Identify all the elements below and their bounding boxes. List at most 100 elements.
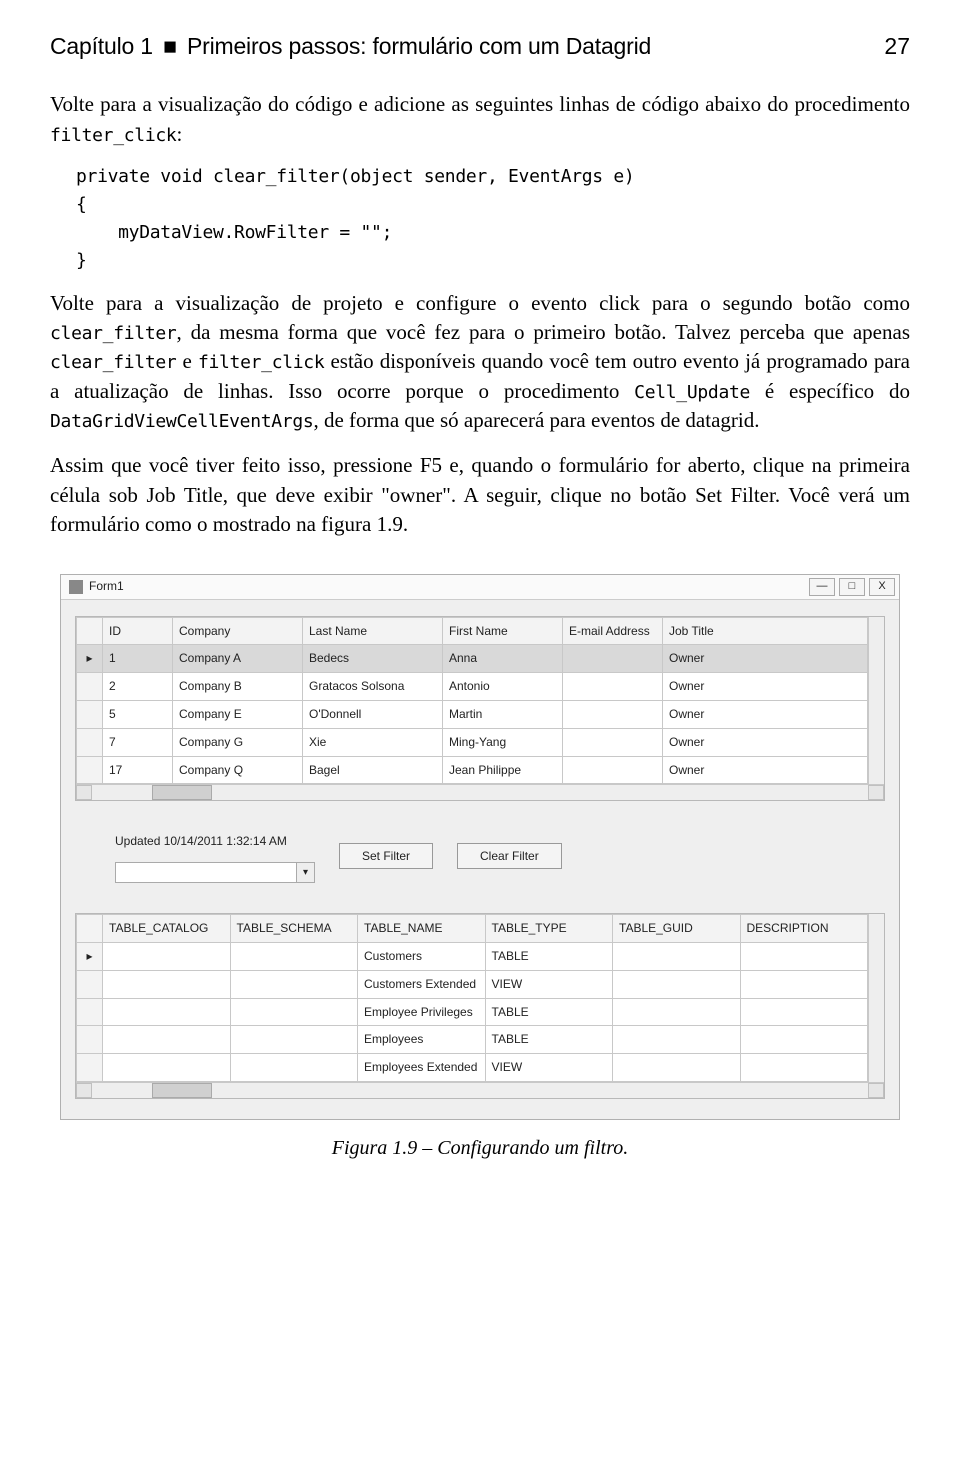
table-row[interactable]: 17Company QBagelJean PhilippeOwner [77,756,868,784]
cell[interactable] [230,998,358,1026]
cell[interactable] [740,1054,868,1082]
horizontal-scrollbar[interactable] [76,1082,884,1098]
cell[interactable]: 7 [103,728,173,756]
cell[interactable]: TABLE [485,943,613,971]
row-header[interactable] [77,1026,103,1054]
cell[interactable] [740,943,868,971]
scroll-thumb[interactable] [152,785,212,800]
cell[interactable]: Jean Philippe [443,756,563,784]
col-header[interactable]: TABLE_CATALOG [103,915,231,943]
col-header[interactable]: Last Name [303,617,443,645]
table-row[interactable]: EmployeesTABLE [77,1026,868,1054]
table-row[interactable]: Customers ExtendedVIEW [77,970,868,998]
col-header[interactable]: Job Title [663,617,868,645]
cell[interactable]: Owner [663,728,868,756]
row-header[interactable] [77,673,103,701]
scroll-thumb[interactable] [152,1083,212,1098]
row-header[interactable] [77,756,103,784]
cell[interactable] [563,728,663,756]
row-header[interactable] [77,970,103,998]
cell[interactable] [230,943,358,971]
col-header[interactable]: TABLE_NAME [358,915,486,943]
cell[interactable] [563,756,663,784]
cell[interactable]: Company G [173,728,303,756]
cell[interactable]: TABLE [485,998,613,1026]
cell[interactable] [613,970,741,998]
datagrid-schema[interactable]: TABLE_CATALOG TABLE_SCHEMA TABLE_NAME TA… [75,913,885,1099]
cell[interactable] [103,1054,231,1082]
row-header[interactable] [77,728,103,756]
table-row[interactable]: Employee PrivilegesTABLE [77,998,868,1026]
row-header[interactable] [77,1054,103,1082]
vertical-scrollbar[interactable] [868,617,884,785]
cell[interactable] [613,1054,741,1082]
row-header-corner[interactable] [77,915,103,943]
scroll-left-icon[interactable] [76,1083,92,1098]
datagrid-customers[interactable]: ID Company Last Name First Name E-mail A… [75,616,885,802]
table-row[interactable]: Employees ExtendedVIEW [77,1054,868,1082]
chevron-down-icon[interactable]: ▾ [296,863,314,882]
cell[interactable]: Company Q [173,756,303,784]
cell[interactable]: Company B [173,673,303,701]
set-filter-button[interactable]: Set Filter [339,843,433,869]
scroll-right-icon[interactable] [868,785,884,800]
cell[interactable] [103,970,231,998]
cell[interactable]: 5 [103,701,173,729]
cell[interactable]: 2 [103,673,173,701]
cell[interactable]: Owner [663,701,868,729]
cell[interactable]: 1 [103,645,173,673]
cell[interactable]: Owner [663,645,868,673]
cell[interactable]: Owner [663,673,868,701]
cell[interactable]: Anna [443,645,563,673]
row-header[interactable]: ▸ [77,943,103,971]
col-header[interactable]: Company [173,617,303,645]
cell[interactable]: Bagel [303,756,443,784]
cell[interactable] [563,701,663,729]
scroll-right-icon[interactable] [868,1083,884,1098]
cell[interactable]: 17 [103,756,173,784]
maximize-button[interactable]: □ [839,578,865,596]
col-header[interactable]: DESCRIPTION [740,915,868,943]
col-header[interactable]: TABLE_GUID [613,915,741,943]
combo-box[interactable]: ▾ [115,862,315,883]
cell[interactable]: VIEW [485,1054,613,1082]
row-header[interactable] [77,701,103,729]
cell[interactable]: Employees [358,1026,486,1054]
cell[interactable]: Employees Extended [358,1054,486,1082]
col-header[interactable]: TABLE_SCHEMA [230,915,358,943]
cell[interactable]: Bedecs [303,645,443,673]
cell[interactable]: VIEW [485,970,613,998]
cell[interactable] [103,998,231,1026]
row-header[interactable]: ▸ [77,645,103,673]
cell[interactable]: Martin [443,701,563,729]
titlebar[interactable]: Form1 — □ X [61,575,899,600]
cell[interactable]: O'Donnell [303,701,443,729]
cell[interactable]: Antonio [443,673,563,701]
horizontal-scrollbar[interactable] [76,784,884,800]
close-button[interactable]: X [869,578,895,596]
col-header[interactable]: ID [103,617,173,645]
vertical-scrollbar[interactable] [868,914,884,1082]
cell[interactable]: Employee Privileges [358,998,486,1026]
cell[interactable] [613,998,741,1026]
cell[interactable]: TABLE [485,1026,613,1054]
cell[interactable]: Ming-Yang [443,728,563,756]
cell[interactable] [563,673,663,701]
cell[interactable] [563,645,663,673]
cell[interactable] [103,1026,231,1054]
cell[interactable] [740,1026,868,1054]
row-header-corner[interactable] [77,617,103,645]
minimize-button[interactable]: — [809,578,835,596]
row-header[interactable] [77,998,103,1026]
table-row[interactable]: ▸1Company ABedecsAnnaOwner [77,645,868,673]
cell[interactable] [230,1026,358,1054]
cell[interactable] [230,1054,358,1082]
scroll-left-icon[interactable] [76,785,92,800]
col-header[interactable]: E-mail Address [563,617,663,645]
col-header[interactable]: TABLE_TYPE [485,915,613,943]
clear-filter-button[interactable]: Clear Filter [457,843,562,869]
cell[interactable] [740,970,868,998]
cell[interactable]: Customers [358,943,486,971]
cell[interactable]: Customers Extended [358,970,486,998]
cell[interactable] [740,998,868,1026]
